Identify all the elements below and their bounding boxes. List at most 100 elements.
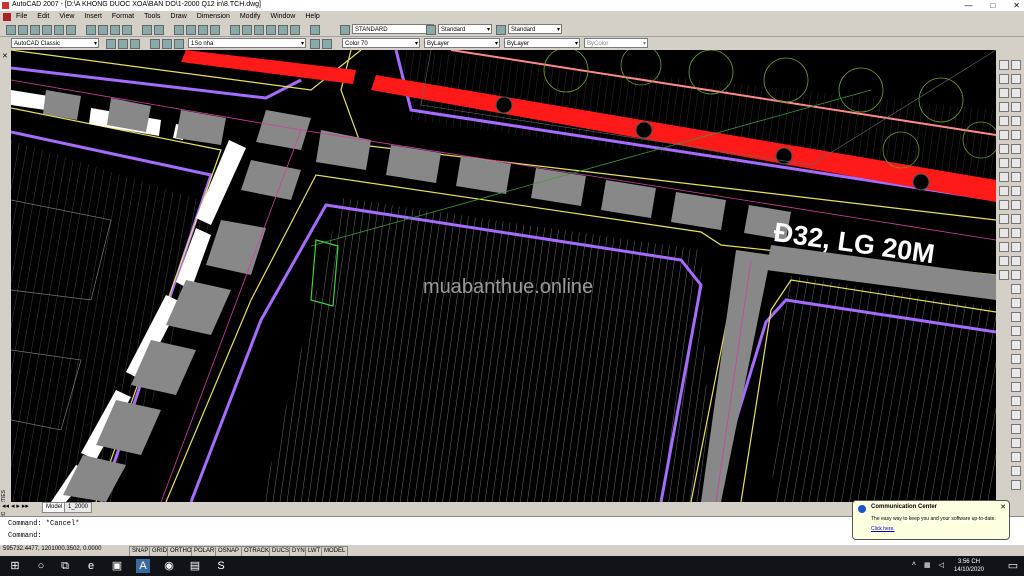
fillet-icon[interactable] <box>999 256 1009 266</box>
make-current-icon[interactable] <box>310 39 320 49</box>
break-icon[interactable] <box>999 214 1009 224</box>
draw-region-icon[interactable] <box>1011 466 1021 476</box>
document-icon[interactable] <box>3 13 11 21</box>
menu-dimension[interactable]: Dimension <box>197 12 230 22</box>
mtext-icon[interactable] <box>1011 298 1021 308</box>
draw-ellipse-icon[interactable] <box>1011 410 1021 420</box>
layer-previous-2-icon[interactable] <box>322 39 332 49</box>
construction-line-icon[interactable] <box>1011 74 1021 84</box>
draw-block-icon[interactable] <box>1011 424 1021 434</box>
menu-draw[interactable]: Draw <box>170 12 186 22</box>
layer-state-icon[interactable] <box>118 39 128 49</box>
tab-model[interactable]: Model <box>42 502 67 513</box>
volume-icon[interactable]: ◁ <box>939 561 944 569</box>
tab-nav-arrows-icon[interactable]: ◂◂ ◂ ▸ ▸▸ <box>2 502 29 510</box>
spline-icon[interactable] <box>1011 172 1021 182</box>
draw-line-icon[interactable] <box>1011 312 1021 322</box>
communication-center-balloon[interactable]: Communication Center The easy way to kee… <box>852 500 1010 540</box>
explode-icon[interactable] <box>999 270 1009 280</box>
menu-file[interactable]: File <box>16 12 27 22</box>
chrome-icon[interactable]: ◉ <box>162 559 176 573</box>
design-center-icon[interactable] <box>242 25 252 35</box>
sun-icon[interactable] <box>162 39 172 49</box>
command-prompt[interactable]: Command: <box>8 532 42 540</box>
layer-manager-icon[interactable] <box>106 39 116 49</box>
menu-help[interactable]: Help <box>305 12 319 22</box>
file-explorer-icon[interactable]: ▣ <box>110 559 124 573</box>
table-style-select[interactable]: Standard <box>508 24 562 34</box>
chamfer-icon[interactable] <box>999 242 1009 252</box>
layer-previous-icon[interactable] <box>130 39 140 49</box>
help-icon[interactable] <box>310 25 320 35</box>
extend-icon[interactable] <box>999 200 1009 210</box>
calculator-icon[interactable] <box>290 25 300 35</box>
search-icon[interactable]: ○ <box>34 559 48 573</box>
linetype-select[interactable]: ByLayer <box>424 38 500 48</box>
lock-icon[interactable] <box>174 39 184 49</box>
clock[interactable]: 3:56 CH 14/10/2020 <box>954 558 984 574</box>
color-select[interactable]: Color 70 <box>342 38 420 48</box>
match-properties-icon[interactable] <box>122 25 132 35</box>
menu-view[interactable]: View <box>59 12 74 22</box>
plot-icon[interactable] <box>42 25 52 35</box>
cut-icon[interactable] <box>86 25 96 35</box>
markup-icon[interactable] <box>278 25 288 35</box>
maximize-button[interactable]: □ <box>990 0 995 11</box>
preview-icon[interactable] <box>54 25 64 35</box>
draw-pline-icon[interactable] <box>1011 326 1021 336</box>
menu-modify[interactable]: Modify <box>240 12 261 22</box>
copy-object-icon[interactable] <box>999 74 1009 84</box>
skype-icon[interactable]: S <box>214 559 228 573</box>
photos-icon[interactable]: ▤ <box>188 559 202 573</box>
draw-rect-icon[interactable] <box>1011 354 1021 364</box>
edge-icon[interactable]: e <box>84 559 98 573</box>
draw-point-icon[interactable] <box>1011 438 1021 448</box>
line-icon[interactable] <box>1011 60 1021 70</box>
save-icon[interactable] <box>30 25 40 35</box>
plotstyle-select[interactable]: ByColor <box>584 38 648 48</box>
mirror-icon[interactable] <box>999 88 1009 98</box>
bulb-icon[interactable] <box>150 39 160 49</box>
make-block-icon[interactable] <box>1011 214 1021 224</box>
text-style-select[interactable]: STANDARD <box>352 24 434 34</box>
arc-icon[interactable] <box>1011 130 1021 140</box>
minimize-button[interactable]: — <box>964 0 972 11</box>
draw-text-icon[interactable] <box>1011 480 1021 490</box>
layer-select[interactable]: 1So nha <box>188 38 306 48</box>
task-view-icon[interactable]: ⧉ <box>58 559 72 573</box>
array-icon[interactable] <box>999 116 1009 126</box>
join-icon[interactable] <box>999 228 1009 238</box>
stretch-icon[interactable] <box>999 172 1009 182</box>
copy-icon[interactable] <box>98 25 108 35</box>
chevron-up-icon[interactable]: ˄ <box>912 561 916 569</box>
draw-arc-icon[interactable] <box>1011 368 1021 378</box>
palette-close-icon[interactable]: ✕ <box>2 52 8 60</box>
zoom-realtime-icon[interactable] <box>186 25 196 35</box>
menu-edit[interactable]: Edit <box>37 12 49 22</box>
new-icon[interactable] <box>6 25 16 35</box>
region-icon[interactable] <box>1011 270 1021 280</box>
draw-hatch-icon[interactable] <box>1011 452 1021 462</box>
insert-block-icon[interactable] <box>1011 200 1021 210</box>
zoom-window-icon[interactable] <box>198 25 208 35</box>
notifications-icon[interactable]: ▭ <box>1006 559 1020 573</box>
menu-format[interactable]: Format <box>112 12 134 22</box>
menu-window[interactable]: Window <box>270 12 295 22</box>
revcloud-icon[interactable] <box>1011 158 1021 168</box>
close-button[interactable]: ✕ <box>1013 0 1020 11</box>
balloon-link[interactable]: Click here. <box>871 526 895 532</box>
erase-icon[interactable] <box>999 60 1009 70</box>
point-icon[interactable] <box>1011 228 1021 238</box>
offset-icon[interactable] <box>999 102 1009 112</box>
sheet-set-icon[interactable] <box>266 25 276 35</box>
table-icon[interactable] <box>1011 284 1021 294</box>
rotate-icon[interactable] <box>999 144 1009 154</box>
pan-icon[interactable] <box>174 25 184 35</box>
trim-icon[interactable] <box>999 186 1009 196</box>
draw-polygon-icon[interactable] <box>1011 340 1021 350</box>
start-icon[interactable]: ⊞ <box>8 559 22 573</box>
paste-icon[interactable] <box>110 25 120 35</box>
balloon-close-icon[interactable]: ✕ <box>1000 503 1006 511</box>
move-icon[interactable] <box>999 130 1009 140</box>
draw-spline-icon[interactable] <box>1011 396 1021 406</box>
